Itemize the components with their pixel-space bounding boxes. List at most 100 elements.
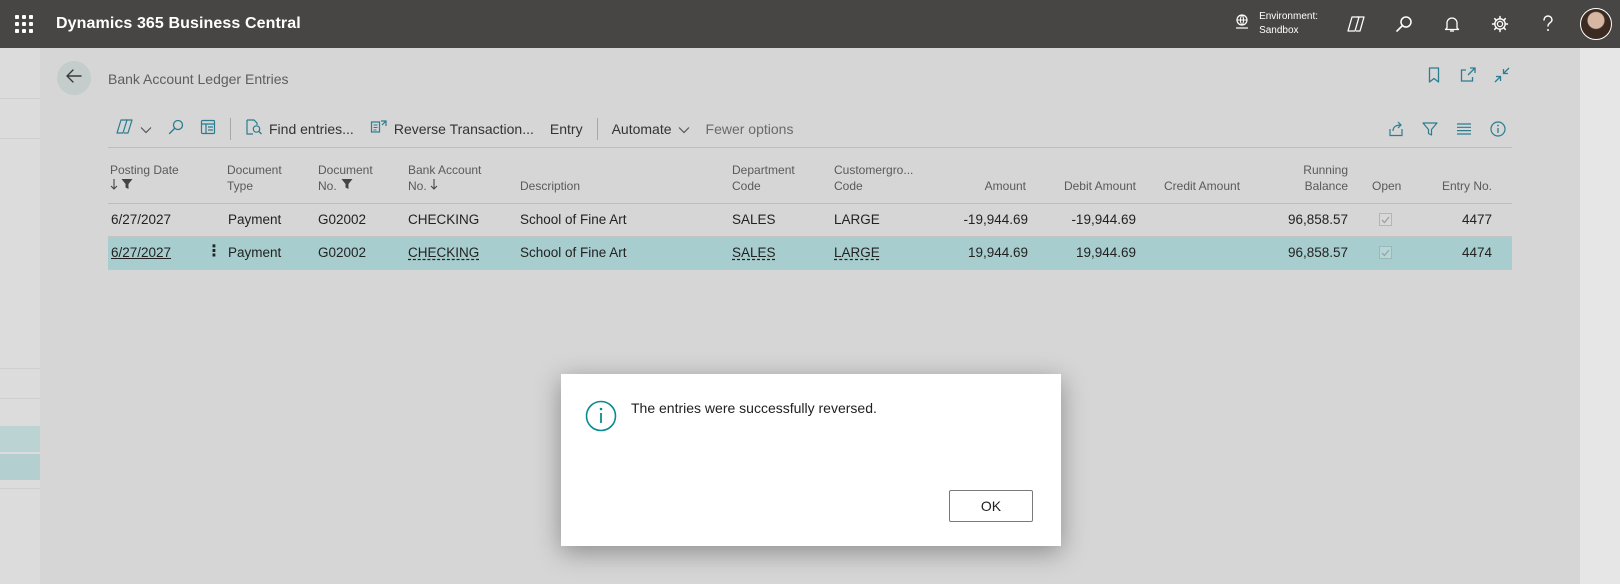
cell-description[interactable]: School of Fine Art — [520, 245, 627, 260]
cell-customergroup-code[interactable]: LARGE — [834, 212, 880, 227]
help-icon[interactable] — [1524, 0, 1572, 48]
sort-descending-icon — [110, 178, 118, 194]
cell-bank-account-no[interactable]: CHECKING — [408, 245, 479, 260]
header-customergroup-code[interactable]: Customergro... Code — [834, 162, 913, 194]
header-credit-amount[interactable]: Credit Amount — [1164, 178, 1240, 194]
bookmark-icon[interactable] — [1426, 66, 1442, 84]
cell-department-code[interactable]: SALES — [732, 212, 776, 227]
list-view-icon[interactable] — [1456, 121, 1472, 137]
info-icon — [585, 400, 617, 437]
header-open[interactable]: Open — [1372, 178, 1401, 194]
page-header: Bank Account Ledger Entries — [40, 48, 1580, 110]
environment-label: Environment: — [1259, 11, 1318, 22]
cell-debit-amount[interactable]: -19,944.69 — [1018, 212, 1136, 227]
header-department-code[interactable]: Department Code — [732, 162, 795, 194]
search-list-button[interactable] — [160, 110, 192, 148]
entry-menu-button[interactable]: Entry — [542, 110, 591, 148]
find-entries-button[interactable]: Find entries... — [237, 110, 362, 148]
cell-bank-account-no[interactable]: CHECKING — [408, 212, 479, 227]
back-arrow-icon — [66, 68, 82, 88]
automate-menu-button[interactable]: Automate — [604, 110, 698, 148]
header-document-no[interactable]: Document No. — [318, 162, 373, 194]
header-department-code-line1: Department — [732, 163, 795, 177]
grid-header: Posting Date Document Type Document No. — [108, 158, 1512, 204]
cell-posting-date[interactable]: 6/27/2027 — [111, 245, 171, 260]
header-entry-no[interactable]: Entry No. — [1408, 178, 1492, 194]
header-amount[interactable]: Amount — [938, 178, 1026, 194]
header-posting-date[interactable]: Posting Date — [110, 162, 179, 194]
cell-entry-no[interactable]: 4477 — [1408, 212, 1492, 227]
table-row-selected[interactable]: 6/27/2027 ⋮ Payment G02002 CHECKING Scho… — [108, 237, 1512, 270]
edit-list-button[interactable] — [192, 110, 224, 148]
waffle-icon[interactable] — [0, 0, 48, 48]
copilot-icon — [116, 119, 134, 138]
gear-icon[interactable] — [1476, 0, 1524, 48]
cell-document-type[interactable]: Payment — [228, 245, 281, 260]
environment-indicator[interactable]: Environment: Sandbox — [1233, 10, 1318, 38]
header-document-type-line1: Document — [227, 163, 282, 177]
reverse-transaction-label: Reverse Transaction... — [393, 120, 534, 137]
header-debit-amount[interactable]: Debit Amount — [1036, 178, 1136, 194]
cell-debit-amount[interactable]: 19,944.69 — [1018, 245, 1136, 260]
cell-running-balance[interactable]: 96,858.57 — [1228, 245, 1348, 260]
fewer-options-label: Fewer options — [705, 120, 794, 137]
cell-running-balance[interactable]: 96,858.57 — [1228, 212, 1348, 227]
header-document-no-line1: Document — [318, 163, 373, 177]
header-document-no-line2: No. — [318, 179, 337, 193]
cell-customergroup-code[interactable]: LARGE — [834, 245, 880, 260]
header-document-type[interactable]: Document Type — [227, 162, 282, 194]
copilot-icon[interactable] — [1332, 0, 1380, 48]
cell-amount[interactable]: -19,944.69 — [908, 212, 1028, 227]
ledger-entries-grid: Posting Date Document Type Document No. — [108, 158, 1512, 270]
find-entries-label: Find entries... — [269, 120, 354, 137]
header-bank-account-no-line2: No. — [408, 179, 427, 193]
header-customergroup-code-line2: Code — [834, 179, 863, 193]
header-running-balance-line2: Balance — [1304, 179, 1348, 193]
table-row[interactable]: 6/27/2027 Payment G02002 CHECKING School… — [108, 204, 1512, 237]
copilot-menu-button[interactable] — [108, 110, 160, 148]
header-description[interactable]: Description — [520, 178, 580, 194]
action-bar: Find entries... Reverse Transaction... E… — [108, 110, 1512, 148]
reverse-transaction-button[interactable]: Reverse Transaction... — [362, 110, 542, 148]
chevron-down-icon — [140, 121, 152, 137]
app-title[interactable]: Dynamics 365 Business Central — [56, 15, 301, 33]
cell-document-type[interactable]: Payment — [228, 212, 281, 227]
search-icon[interactable] — [1380, 0, 1428, 48]
header-posting-date-label: Posting Date — [110, 163, 179, 177]
open-checkbox — [1379, 213, 1392, 226]
filter-icon[interactable] — [1422, 121, 1438, 137]
cell-amount[interactable]: 19,944.69 — [908, 245, 1028, 260]
open-checkbox — [1379, 246, 1392, 259]
environment-value: Sandbox — [1259, 25, 1299, 36]
ok-button[interactable]: OK — [949, 490, 1033, 522]
cell-posting-date[interactable]: 6/27/2027 — [111, 212, 171, 227]
cell-department-code[interactable]: SALES — [732, 245, 776, 260]
divider — [230, 117, 231, 140]
header-bank-account-no[interactable]: Bank Account No. — [408, 162, 481, 194]
cell-description[interactable]: School of Fine Art — [520, 212, 627, 227]
page-title: Bank Account Ledger Entries — [108, 71, 289, 87]
open-new-window-icon[interactable] — [1460, 66, 1476, 84]
row-actions-icon[interactable]: ⋮ — [206, 242, 222, 262]
dialog-message: The entries were successfully reversed. — [631, 400, 877, 416]
collapse-icon[interactable] — [1494, 66, 1510, 84]
divider — [596, 117, 598, 140]
filter-icon — [341, 178, 353, 194]
share-icon[interactable] — [1388, 121, 1404, 137]
fewer-options-button[interactable]: Fewer options — [698, 110, 802, 148]
find-entries-icon — [245, 119, 263, 138]
reverse-transaction-icon — [370, 119, 388, 138]
info-icon[interactable] — [1490, 121, 1506, 137]
cell-entry-no[interactable]: 4474 — [1408, 245, 1492, 260]
top-app-bar: Dynamics 365 Business Central Environmen… — [0, 0, 1620, 48]
back-button[interactable] — [57, 61, 91, 95]
entry-label: Entry — [549, 120, 583, 137]
avatar[interactable] — [1580, 8, 1612, 40]
cell-document-no[interactable]: G02002 — [318, 245, 366, 260]
header-department-code-line2: Code — [732, 179, 761, 193]
bell-icon[interactable] — [1428, 0, 1476, 48]
sort-descending-icon — [430, 178, 438, 194]
cell-document-no[interactable]: G02002 — [318, 212, 366, 227]
header-document-type-line2: Type — [227, 179, 254, 193]
header-running-balance[interactable]: Running Balance — [1256, 162, 1348, 194]
